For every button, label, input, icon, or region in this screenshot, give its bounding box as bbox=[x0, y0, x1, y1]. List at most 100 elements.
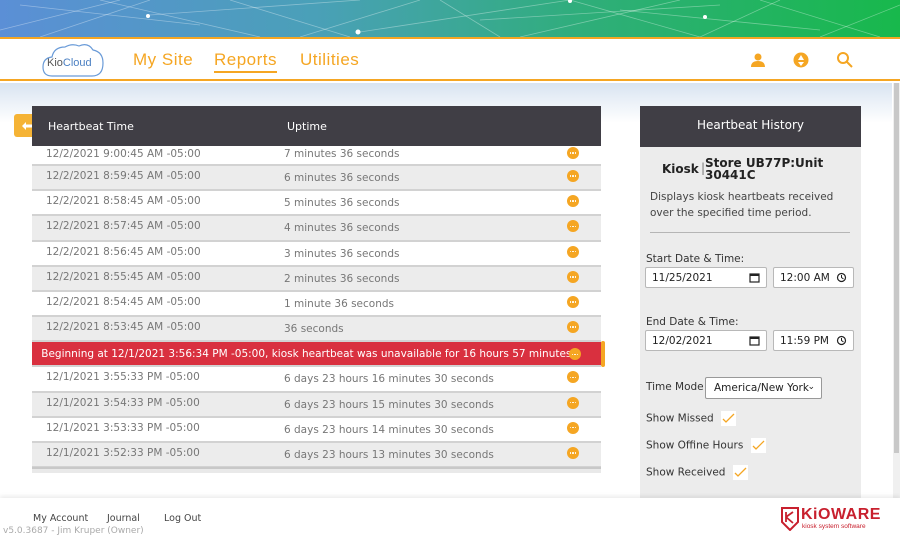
header-banner bbox=[0, 0, 900, 37]
more-options-icon[interactable] bbox=[567, 321, 579, 334]
uptime: 6 days 23 hours 14 minutes 30 seconds bbox=[284, 423, 494, 436]
calendar-icon[interactable] bbox=[749, 272, 760, 283]
show-received-label: Show Received bbox=[646, 466, 726, 479]
show-missed-row: Show Missed bbox=[646, 411, 737, 426]
end-date-input[interactable]: 12/02/2021 bbox=[645, 330, 767, 351]
table-body: 12/2/2021 9:00:45 AM -05:00 7 minutes 36 … bbox=[32, 146, 601, 469]
uptime: 4 minutes 36 seconds bbox=[284, 222, 400, 235]
table-header: Heartbeat Time Uptime bbox=[32, 106, 601, 146]
more-options-icon[interactable] bbox=[567, 396, 579, 409]
heartbeat-time: 12/2/2021 8:54:45 AM -05:00 bbox=[46, 295, 201, 308]
more-options-icon[interactable] bbox=[567, 270, 579, 283]
checkmark-icon bbox=[734, 467, 747, 477]
uptime: 7 minutes 36 seconds bbox=[284, 148, 400, 160]
chevron-down-icon: ⌄ bbox=[807, 382, 815, 392]
end-date-value: 12/02/2021 bbox=[652, 335, 713, 347]
more-options-icon[interactable] bbox=[567, 170, 579, 182]
version-info: v5.0.3687 - Jim Kruper (Owner) bbox=[3, 526, 144, 536]
heartbeat-time: 12/1/2021 3:55:33 PM -05:00 bbox=[46, 371, 200, 384]
more-options-icon[interactable] bbox=[567, 446, 579, 459]
table-row[interactable]: 12/1/2021 3:52:33 PM -05:00 6 days 23 hou… bbox=[32, 442, 601, 469]
uptime: 6 days 23 hours 16 minutes 30 seconds bbox=[284, 373, 494, 386]
heartbeat-time: 12/1/2021 3:53:33 PM -05:00 bbox=[46, 421, 200, 434]
checkmark-icon bbox=[752, 440, 765, 450]
nav-reports[interactable]: Reports bbox=[214, 50, 278, 73]
end-date-label: End Date & Time: bbox=[646, 316, 739, 328]
recycle-icon[interactable] bbox=[792, 51, 810, 69]
table-scrollbar-thumb[interactable] bbox=[601, 341, 605, 367]
time-mode-label: Time Mode bbox=[646, 381, 704, 393]
start-date-input[interactable]: 11/25/2021 bbox=[645, 267, 767, 288]
more-options-icon[interactable] bbox=[567, 220, 579, 233]
more-options-icon[interactable] bbox=[567, 147, 579, 159]
table-row[interactable]: 12/2/2021 8:58:45 AM -05:00 5 minutes 36 … bbox=[32, 191, 601, 217]
heartbeat-time: 12/2/2021 9:00:45 AM -05:00 bbox=[46, 148, 201, 160]
show-offline-hours-checkbox[interactable] bbox=[750, 438, 766, 453]
table-row[interactable]: 12/2/2021 8:55:45 AM -05:00 2 minutes 36 … bbox=[32, 266, 601, 292]
time-mode-value: America/New York bbox=[714, 382, 809, 394]
table-row[interactable]: 12/1/2021 3:55:33 PM -05:00 6 days 23 hou… bbox=[32, 367, 601, 393]
uptime: 6 days 23 hours 13 minutes 30 seconds bbox=[284, 448, 494, 461]
page-scrollbar-thumb[interactable] bbox=[894, 83, 899, 453]
heartbeat-time: 12/2/2021 8:55:45 AM -05:00 bbox=[46, 270, 201, 283]
uptime: 6 minutes 36 seconds bbox=[284, 172, 400, 184]
kioware-logo[interactable]: KiOWARE kiosk system software bbox=[781, 506, 881, 534]
clock-icon[interactable] bbox=[836, 335, 847, 346]
time-mode-select[interactable]: America/New York ⌄ bbox=[705, 377, 822, 399]
table-row[interactable]: 12/2/2021 8:57:45 AM -05:00 4 minutes 36 … bbox=[32, 216, 601, 242]
show-received-checkbox[interactable] bbox=[732, 465, 748, 480]
more-options-icon[interactable] bbox=[567, 421, 579, 434]
heartbeat-time: 12/1/2021 3:52:33 PM -05:00 bbox=[46, 446, 200, 459]
arrow-left-icon bbox=[21, 121, 32, 130]
uptime: 6 days 23 hours 15 minutes 30 seconds bbox=[284, 398, 494, 411]
nav-my-site[interactable]: My Site bbox=[133, 50, 193, 70]
start-time-input[interactable]: 12:00 AM bbox=[773, 267, 854, 288]
table-row[interactable]: 12/2/2021 8:56:45 AM -05:00 3 minutes 36 … bbox=[32, 242, 601, 267]
heartbeat-time: 12/2/2021 8:58:45 AM -05:00 bbox=[46, 195, 201, 208]
show-received-row: Show Received bbox=[646, 465, 748, 480]
more-options-icon[interactable] bbox=[567, 195, 579, 208]
uptime: 3 minutes 36 seconds bbox=[284, 247, 400, 260]
more-options-icon[interactable] bbox=[567, 371, 579, 384]
user-icon[interactable] bbox=[749, 51, 767, 69]
end-time-input[interactable]: 11:59 PM bbox=[773, 330, 854, 351]
uptime: 5 minutes 36 seconds bbox=[284, 197, 400, 210]
table-row[interactable]: 12/2/2021 8:54:45 AM -05:00 1 minute 36 s… bbox=[32, 292, 601, 318]
footer: My Account Journal Log Out v5.0.3687 - J… bbox=[0, 498, 900, 540]
show-missed-label: Show Missed bbox=[646, 412, 714, 425]
table-row[interactable]: 12/1/2021 3:53:33 PM -05:00 6 days 23 hou… bbox=[32, 418, 601, 443]
search-icon[interactable] bbox=[836, 51, 854, 69]
nav-utilities[interactable]: Utilities bbox=[300, 50, 359, 70]
heartbeat-time: 12/1/2021 3:54:33 PM -05:00 bbox=[46, 396, 200, 409]
my-account-link[interactable]: My Account bbox=[33, 513, 88, 524]
uptime: 36 seconds bbox=[284, 323, 344, 336]
checkmark-icon bbox=[722, 413, 735, 423]
missed-heartbeat-message: Beginning at 12/1/2021 3:56:34 PM -05:00… bbox=[41, 348, 575, 361]
uptime: 1 minute 36 seconds bbox=[284, 297, 395, 310]
start-date-label: Start Date & Time: bbox=[646, 253, 745, 265]
more-options-icon[interactable] bbox=[567, 245, 579, 258]
clock-icon[interactable] bbox=[836, 272, 847, 283]
column-uptime[interactable]: Uptime bbox=[287, 120, 327, 133]
column-heartbeat-time[interactable]: Heartbeat Time bbox=[48, 120, 134, 133]
network-pattern bbox=[0, 0, 900, 37]
table-row[interactable]: 12/2/2021 9:00:45 AM -05:00 7 minutes 36 … bbox=[32, 146, 601, 166]
kioware-tagline: kiosk system software bbox=[802, 523, 866, 530]
missed-heartbeat-row[interactable]: Beginning at 12/1/2021 3:56:34 PM -05:00… bbox=[32, 342, 601, 368]
show-missed-checkbox[interactable] bbox=[721, 411, 737, 426]
log-out-link[interactable]: Log Out bbox=[164, 513, 201, 524]
more-options-icon[interactable] bbox=[567, 295, 579, 308]
table-row[interactable]: 12/2/2021 8:59:45 AM -05:00 6 minutes 36 … bbox=[32, 166, 601, 192]
journal-link[interactable]: Journal bbox=[107, 513, 140, 524]
kioware-brand: KiOWARE bbox=[801, 506, 881, 523]
logo-text: KioCloud bbox=[47, 57, 92, 69]
panel-description: Displays kiosk heartbeats received over … bbox=[650, 191, 834, 219]
table-horizontal-scrollbar[interactable] bbox=[32, 467, 601, 473]
heartbeat-time: 12/2/2021 8:57:45 AM -05:00 bbox=[46, 220, 201, 233]
kioware-shield-icon bbox=[781, 507, 799, 531]
uptime: 2 minutes 36 seconds bbox=[284, 272, 400, 285]
calendar-icon[interactable] bbox=[749, 335, 760, 346]
table-row[interactable]: 12/1/2021 3:54:33 PM -05:00 6 days 23 hou… bbox=[32, 392, 601, 418]
heartbeat-table: Heartbeat Time Uptime 12/2/2021 9:00:45 … bbox=[32, 106, 601, 496]
table-row[interactable]: 12/2/2021 8:53:45 AM -05:00 36 seconds bbox=[32, 317, 601, 343]
